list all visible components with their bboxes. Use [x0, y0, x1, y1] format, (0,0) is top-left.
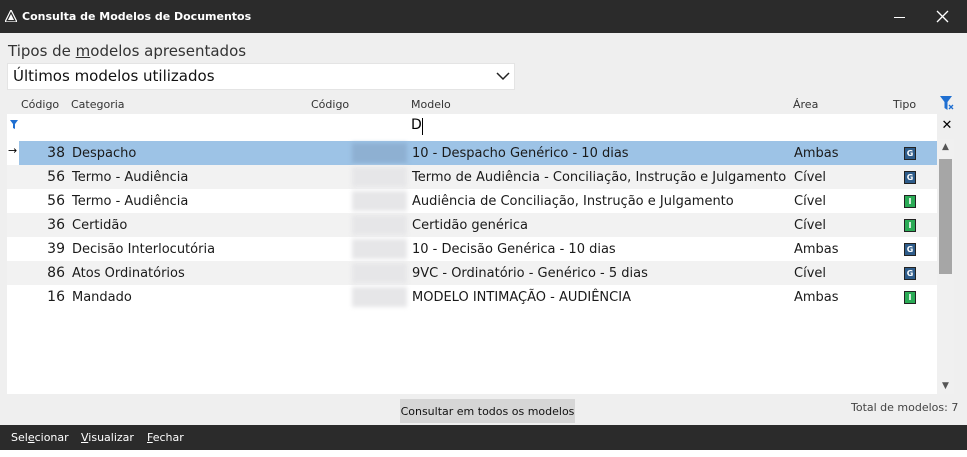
- cell-area: Ambas: [794, 242, 839, 257]
- cell-codigo: 16: [47, 289, 65, 305]
- filter-icon[interactable]: [10, 120, 18, 129]
- chevron-down-icon: [496, 72, 510, 81]
- table-row[interactable]: 56 Termo - Audiência Audiência de Concil…: [7, 189, 937, 213]
- type-g-icon: G: [904, 147, 916, 160]
- text-caret: [422, 118, 423, 135]
- filter-toggle-icon[interactable]: [940, 95, 954, 111]
- type-g-icon: G: [904, 243, 916, 256]
- minimize-button[interactable]: [880, 0, 920, 33]
- select-action[interactable]: Selecionar: [11, 431, 69, 444]
- table-row[interactable]: 16 Mandado MODELO INTIMAÇÃO - AUDIÊNCIA …: [7, 285, 937, 309]
- models-grid: → 38 Despacho 10 - Despacho Genérico - 1…: [7, 139, 937, 394]
- model-types-selected-value: Últimos modelos utilizados: [13, 67, 215, 85]
- cell-area: Ambas: [794, 290, 839, 305]
- cell-modelo: Termo de Audiência - Conciliação, Instru…: [412, 170, 787, 185]
- type-i-icon: I: [904, 219, 916, 232]
- cell-categoria: Certidão: [72, 218, 128, 233]
- cell-categoria: Despacho: [72, 146, 137, 161]
- cell-modelo: 10 - Despacho Genérico - 10 dias: [412, 146, 629, 161]
- scroll-thumb[interactable]: [939, 159, 952, 274]
- col-header-tipo[interactable]: Tipo: [893, 98, 916, 111]
- type-g-icon: G: [904, 267, 916, 280]
- modelo-filter-input[interactable]: D: [411, 117, 422, 133]
- model-types-label: Tipos de modelos apresentados: [8, 42, 247, 60]
- app-triangle-icon: [5, 10, 17, 22]
- total-models-label: Total de modelos: 7: [851, 401, 959, 414]
- scroll-down-icon[interactable]: ▼: [937, 378, 954, 394]
- table-row[interactable]: 36 Certidão Certidão genérica Cível I: [7, 213, 937, 237]
- search-all-models-button[interactable]: Consultar em todos os modelos: [400, 399, 575, 423]
- col-header-codigo-modelo[interactable]: Código: [311, 98, 349, 111]
- cell-area: Ambas: [794, 146, 839, 161]
- cell-categoria: Termo - Audiência: [72, 194, 189, 209]
- table-row[interactable]: 56 Termo - Audiência Termo de Audiência …: [7, 165, 937, 189]
- cell-codigo: 38: [47, 145, 65, 161]
- cell-categoria: Atos Ordinatórios: [72, 266, 185, 281]
- type-i-icon: I: [904, 291, 916, 304]
- cell-modelo: 9VC - Ordinatório - Genérico - 5 dias: [412, 266, 648, 281]
- col-header-modelo[interactable]: Modelo: [411, 98, 451, 111]
- table-row[interactable]: 86 Atos Ordinatórios 9VC - Ordinatório -…: [7, 261, 937, 285]
- grid-header: Código Categoria Código Modelo Área Tipo: [7, 94, 937, 114]
- cell-categoria: Mandado: [72, 290, 132, 305]
- cell-categoria: Termo - Audiência: [72, 170, 189, 185]
- model-types-dropdown[interactable]: Últimos modelos utilizados: [7, 63, 515, 90]
- close-action[interactable]: Fechar: [147, 431, 184, 444]
- grid-filter-row: D: [7, 114, 937, 139]
- cell-categoria: Decisão Interlocutória: [72, 242, 216, 257]
- clear-filter-button[interactable]: ✕: [940, 118, 954, 134]
- cell-codigo: 56: [47, 169, 65, 185]
- window-title: Consulta de Modelos de Documentos: [22, 10, 252, 23]
- view-action[interactable]: Visualizar: [81, 431, 134, 444]
- scroll-up-icon[interactable]: ▲: [937, 139, 954, 155]
- cell-codigo-modelo-redacted: [352, 287, 407, 307]
- type-g-icon: G: [904, 171, 916, 184]
- cell-codigo: 36: [47, 217, 65, 233]
- dialog-body: Tipos de modelos apresentados Últimos mo…: [0, 33, 967, 425]
- col-header-area[interactable]: Área: [793, 98, 818, 111]
- table-row[interactable]: 39 Decisão Interlocutória 10 - Decisão G…: [7, 237, 937, 261]
- current-row-arrow-icon: →: [8, 144, 18, 157]
- cell-codigo-modelo-redacted: [352, 143, 407, 163]
- col-header-categoria[interactable]: Categoria: [71, 98, 125, 111]
- cell-codigo: 56: [47, 193, 65, 209]
- type-i-icon: I: [904, 195, 916, 208]
- cell-codigo-modelo-redacted: [352, 215, 407, 235]
- cell-codigo-modelo-redacted: [352, 191, 407, 211]
- cell-area: Cível: [794, 194, 826, 209]
- cell-modelo: 10 - Decisão Genérica - 10 dias: [412, 242, 616, 257]
- cell-codigo-modelo-redacted: [352, 167, 407, 187]
- cell-modelo: Certidão genérica: [412, 218, 528, 233]
- title-bar: Consulta de Modelos de Documentos: [0, 0, 967, 33]
- cell-codigo: 86: [47, 265, 65, 281]
- cell-area: Cível: [794, 266, 826, 281]
- cell-area: Cível: [794, 218, 826, 233]
- close-button[interactable]: [920, 0, 965, 33]
- col-header-codigo[interactable]: Código: [21, 98, 59, 111]
- row-indicator: →: [7, 141, 19, 165]
- table-row[interactable]: → 38 Despacho 10 - Despacho Genérico - 1…: [7, 141, 937, 165]
- cell-codigo: 39: [47, 241, 65, 257]
- cell-modelo: Audiência de Conciliação, Instrução e Ju…: [412, 194, 734, 209]
- vertical-scrollbar[interactable]: ▲ ▼: [937, 139, 954, 394]
- cell-area: Cível: [794, 170, 826, 185]
- cell-codigo-modelo-redacted: [352, 239, 407, 259]
- cell-modelo: MODELO INTIMAÇÃO - AUDIÊNCIA: [412, 290, 631, 305]
- action-bar: Selecionar Visualizar Fechar: [0, 425, 967, 450]
- cell-codigo-modelo-redacted: [352, 263, 407, 283]
- close-icon: [936, 10, 949, 23]
